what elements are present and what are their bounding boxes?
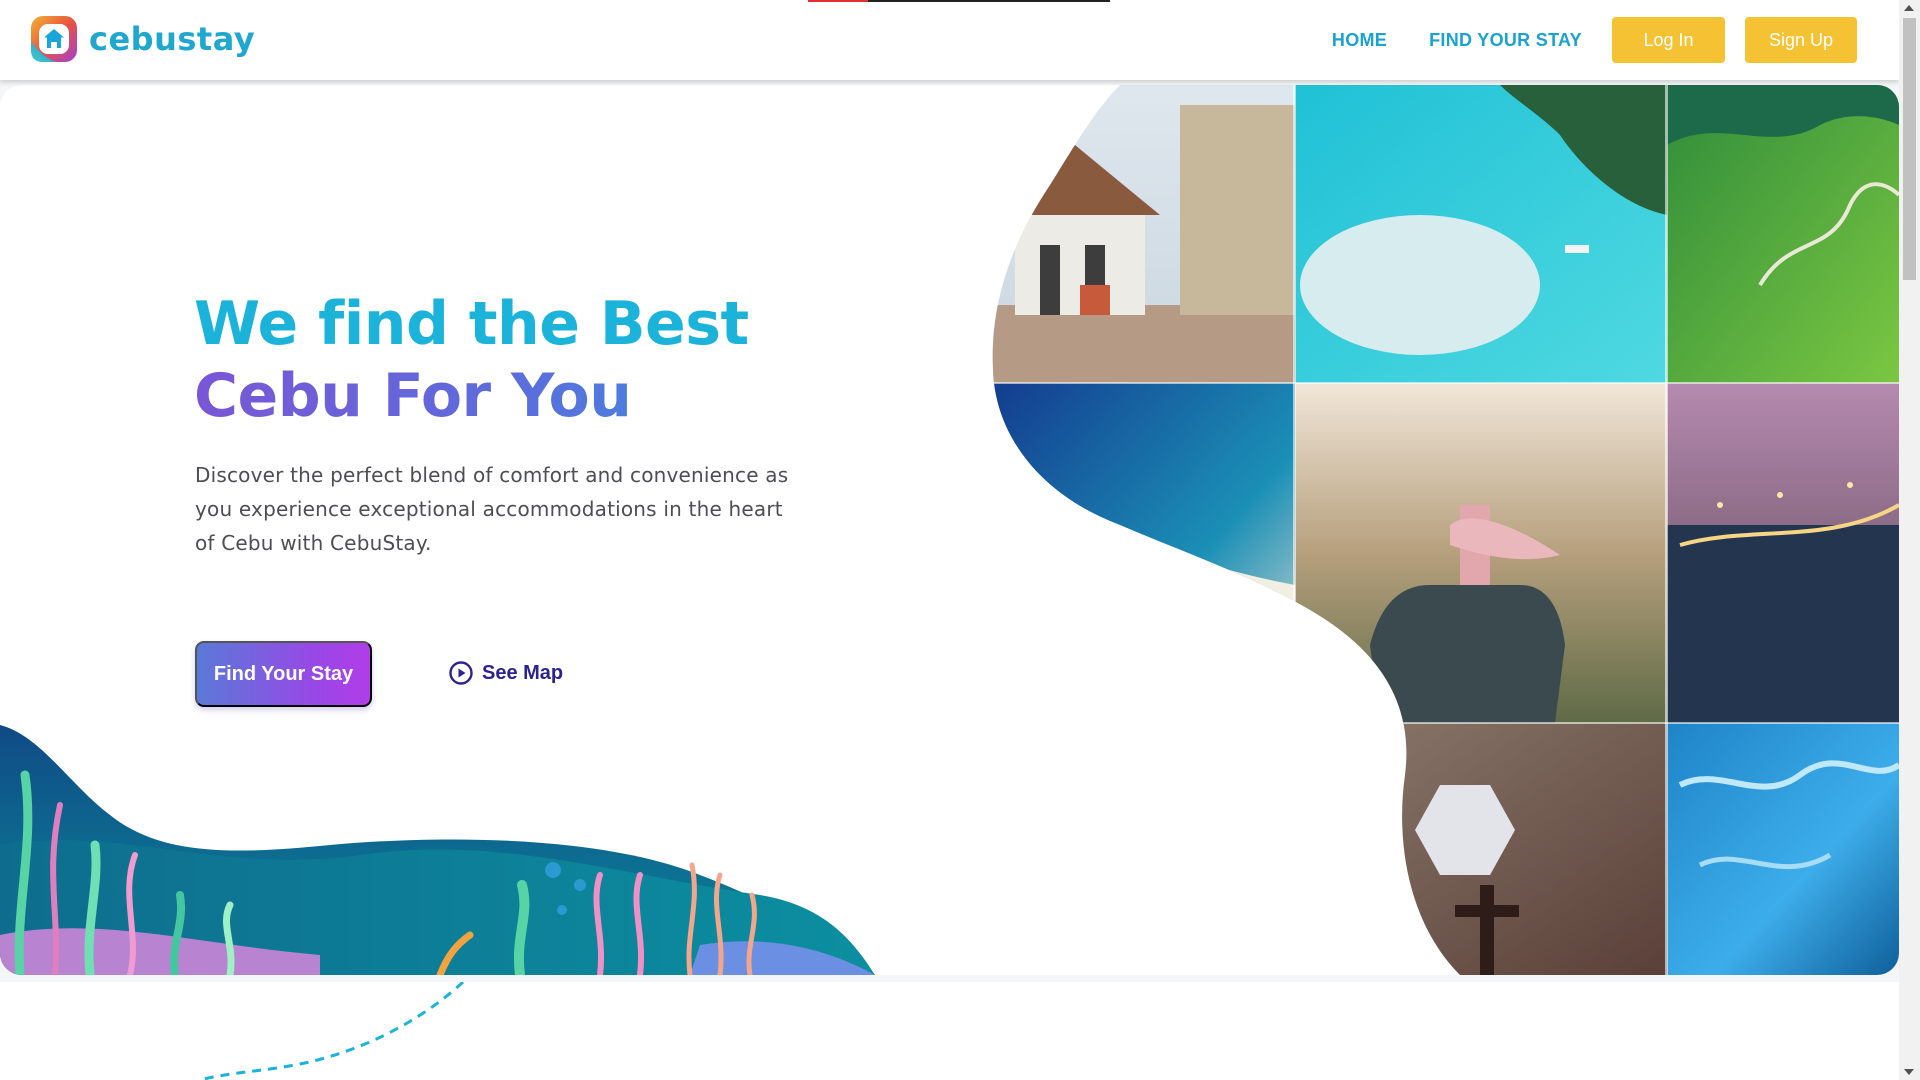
hero-title-line1: We find the Best [194,289,749,359]
house-icon [30,15,78,63]
login-button[interactable]: Log In [1612,17,1725,63]
underwater-sardines-photo [1667,723,1899,975]
see-map-link[interactable]: See Map [448,660,563,686]
hero-title: We find the Best Cebu For You [194,288,749,432]
scroll-up-arrow-icon[interactable] [1904,5,1914,11]
photo-gallery [992,85,1899,975]
city-bridge-night-photo [1667,383,1899,725]
see-map-label: See Map [482,661,564,684]
hero-description: Discover the perfect blend of comfort an… [195,463,789,555]
page-loading-bar [808,0,1110,2]
loading-progress [808,0,869,2]
beach-aerial-photo [992,383,1295,723]
page: cebustay HOME FIND YOUR STAY Log In Sign… [0,0,1920,1080]
giant-hand-viewpoint-photo [1295,383,1667,723]
coral-reef-illustration [0,725,875,975]
brand-logo[interactable]: cebustay [30,15,255,63]
find-your-stay-button[interactable]: Find Your Stay [195,641,372,707]
island-sandbar-aerial-photo [1295,85,1667,383]
hero-title-line2: Cebu For You [194,360,749,432]
brand-name: cebustay [89,20,256,58]
signup-button[interactable]: Sign Up [1745,17,1857,63]
next-section [0,980,1899,1080]
page-scrollbar[interactable] [1899,0,1920,1080]
scroll-down-arrow-icon[interactable] [1904,1069,1914,1075]
nav-find-your-stay-link[interactable]: FIND YOUR STAY [1408,17,1603,63]
site-header: cebustay HOME FIND YOUR STAY Log In Sign… [0,0,1899,80]
green-mountains-photo [1667,85,1899,383]
hero-section: We find the Best Cebu For You Discover t… [0,85,1899,975]
nav-home-link[interactable]: HOME [1311,17,1408,63]
play-circle-icon [449,661,473,685]
scrollbar-thumb[interactable] [1903,18,1916,280]
dashed-path-decoration [199,980,465,1080]
main-nav: HOME FIND YOUR STAY Log In Sign Up [1311,17,1899,63]
magellans-cross-pavilion-photo [992,85,1295,383]
basilica-ceiling-photo [1295,723,1667,975]
